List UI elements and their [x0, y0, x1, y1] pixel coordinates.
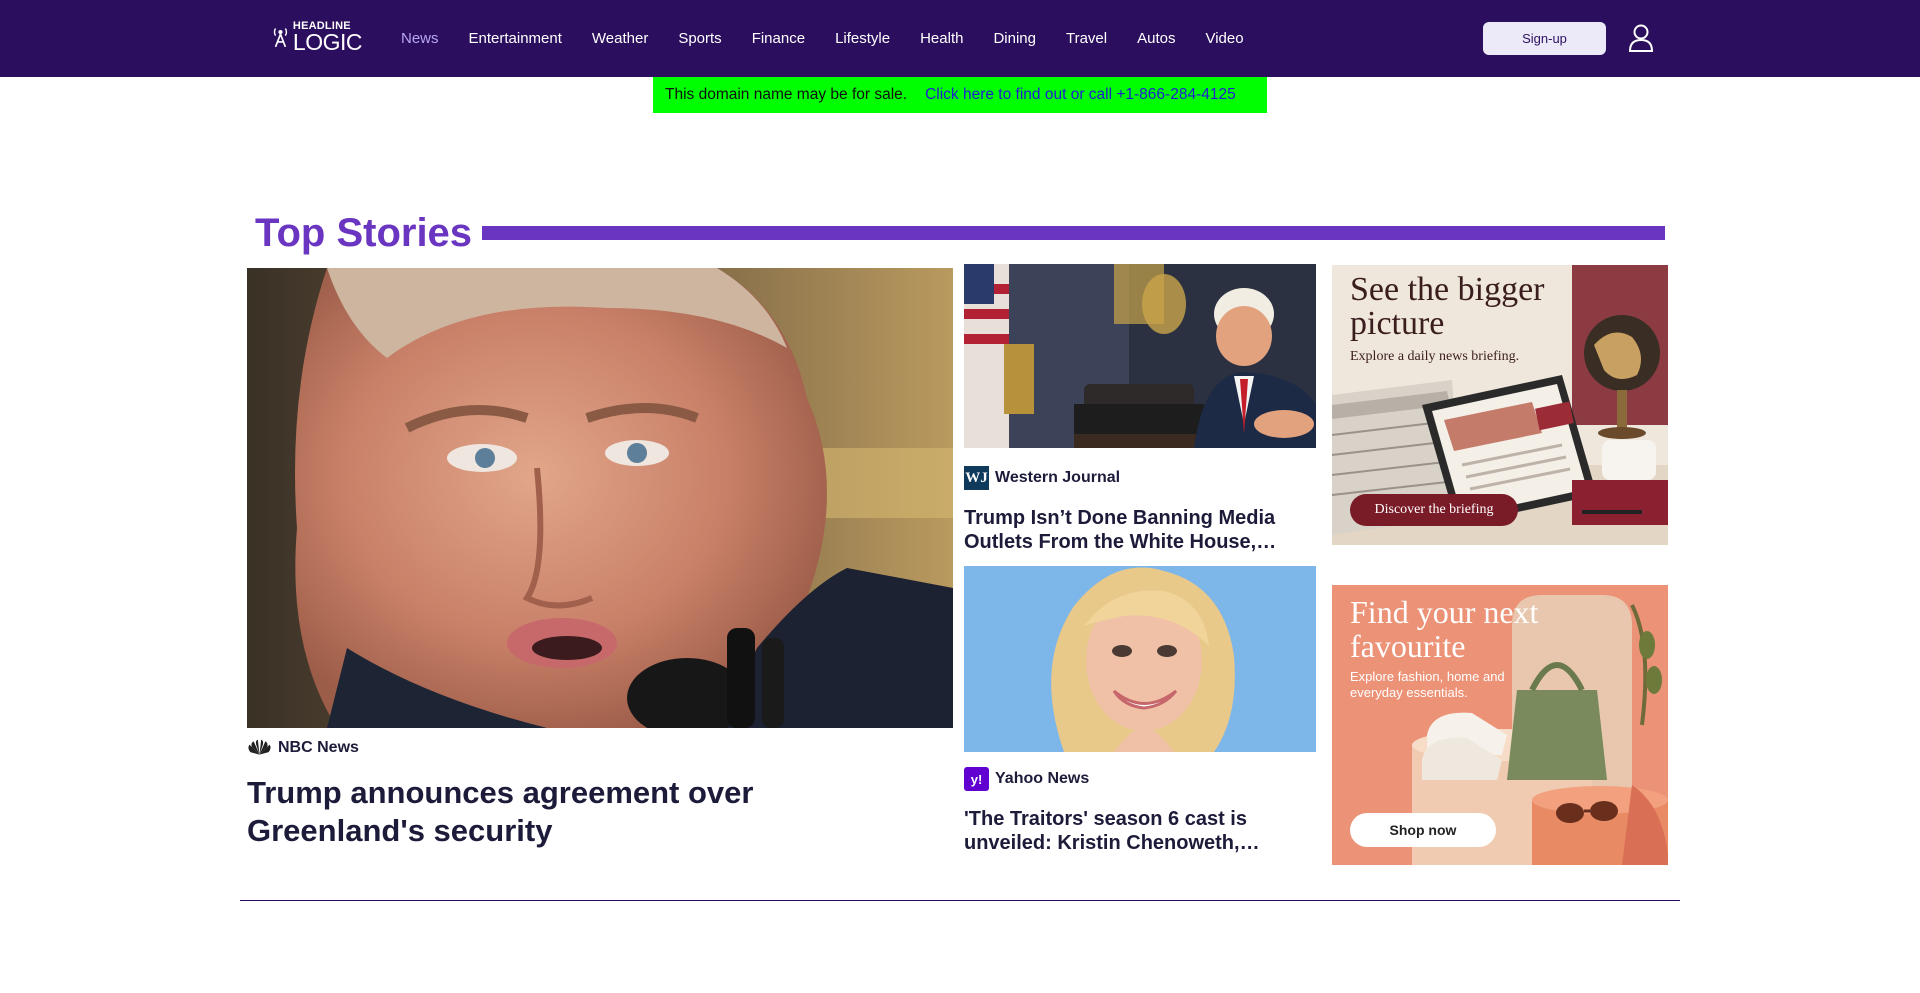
- side-story-2-headline-line2: unveiled: Kristin Chenoweth,…: [964, 832, 1260, 854]
- side-story-1-source-label: Western Journal: [995, 469, 1121, 486]
- nav-item-sports[interactable]: Sports: [678, 30, 721, 47]
- section-title: Top Stories: [255, 211, 473, 255]
- nav-item-video[interactable]: Video: [1205, 30, 1243, 47]
- side-story-2-headline-line1: 'The Traitors' season 6 cast is: [964, 808, 1247, 830]
- ad-shopping-subtitle-line2: everyday essentials.: [1350, 685, 1468, 700]
- main-story-source[interactable]: NBC News: [247, 736, 359, 760]
- side-story-2-headline[interactable]: 'The Traitors' season 6 cast is unveiled…: [964, 807, 1316, 855]
- nav-item-travel[interactable]: Travel: [1066, 30, 1107, 47]
- logo-tower-icon: [273, 28, 288, 48]
- ad-shopping[interactable]: Find your next favourite Explore fashion…: [1332, 585, 1668, 865]
- ad-news-briefing[interactable]: See the bigger picture Explore a daily n…: [1332, 265, 1668, 545]
- side-story-1-headline[interactable]: Trump Isn’t Done Banning Media Outlets F…: [964, 506, 1316, 554]
- domain-sale-banner: This domain name may be for sale. Click …: [653, 77, 1267, 113]
- user-icon[interactable]: [1628, 24, 1654, 52]
- side-story-1-source[interactable]: WJ Western Journal: [964, 466, 1120, 490]
- main-nav: News Entertainment Weather Sports Financ…: [401, 0, 1274, 77]
- side-story-1-image[interactable]: [964, 264, 1316, 448]
- side-story-2-source-label: Yahoo News: [995, 770, 1090, 787]
- western-journal-logo-icon: WJ: [964, 466, 989, 490]
- site-header: HEADLINE LOGIC News Entertainment Weathe…: [0, 0, 1920, 77]
- ad-shopping-subtitle: Explore fashion, home and everyday essen…: [1350, 669, 1505, 701]
- logo-text-bottom: LOGIC: [292, 28, 363, 55]
- nav-item-lifestyle[interactable]: Lifestyle: [835, 30, 890, 47]
- nav-item-entertainment[interactable]: Entertainment: [469, 30, 562, 47]
- yahoo-logo-icon: y!: [964, 767, 989, 791]
- sale-text: This domain name may be for sale.: [665, 86, 908, 103]
- ad-news-briefing-title-line1: See the bigger: [1350, 271, 1545, 308]
- ad-shopping-subtitle-line1: Explore fashion, home and: [1350, 669, 1505, 684]
- ad-shopping-title: Find your next favourite: [1350, 595, 1538, 663]
- side-story-1-headline-line1: Trump Isn’t Done Banning Media: [964, 507, 1276, 529]
- nbc-peacock-icon: [247, 736, 272, 760]
- nav-item-news[interactable]: News: [401, 30, 439, 47]
- ad-shopping-title-line1: Find your next: [1350, 594, 1539, 630]
- nav-item-autos[interactable]: Autos: [1137, 30, 1175, 47]
- main-story-source-label: NBC News: [278, 739, 359, 756]
- nav-item-weather[interactable]: Weather: [592, 30, 648, 47]
- section-bottom-divider: [240, 900, 1680, 901]
- main-story-image[interactable]: [247, 268, 953, 728]
- nav-item-dining[interactable]: Dining: [993, 30, 1036, 47]
- ad-news-briefing-subtitle: Explore a daily news briefing.: [1350, 349, 1520, 364]
- side-story-2-source[interactable]: y! Yahoo News: [964, 767, 1089, 791]
- nav-item-finance[interactable]: Finance: [752, 30, 805, 47]
- signup-button[interactable]: Sign-up: [1483, 22, 1606, 55]
- side-story-1-headline-line2: Outlets From the White House,…: [964, 531, 1277, 553]
- ad-discover-briefing-button[interactable]: Discover the briefing: [1350, 494, 1518, 526]
- ad-shop-now-button[interactable]: Shop now: [1350, 813, 1496, 847]
- side-story-2-image[interactable]: [964, 566, 1316, 752]
- site-logo[interactable]: HEADLINE LOGIC: [272, 20, 363, 55]
- main-story-headline[interactable]: Trump announces agreement over Greenland…: [247, 774, 847, 850]
- ad-shopping-title-line2: favourite: [1350, 628, 1466, 664]
- sale-link[interactable]: Click here to find out or call +1-866-28…: [925, 86, 1236, 104]
- section-title-rule: [482, 226, 1665, 240]
- nav-item-health[interactable]: Health: [920, 30, 963, 47]
- ad-news-briefing-title-line2: picture: [1350, 305, 1445, 342]
- ad-news-briefing-title: See the bigger picture: [1350, 273, 1545, 341]
